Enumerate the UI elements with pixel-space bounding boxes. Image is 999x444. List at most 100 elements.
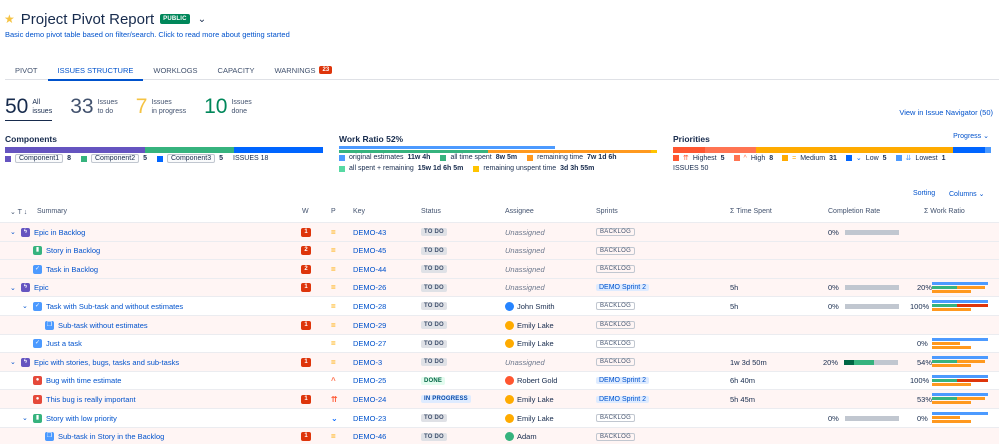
sprint-badge[interactable]: DEMO Sprint 2 <box>596 284 650 292</box>
issue-summary-cell[interactable]: ✓ Just a task <box>33 335 82 353</box>
table-row[interactable]: ● This bug is really important 1 ⇈ DEMO-24 IN… <box>0 389 999 408</box>
issue-key-link[interactable]: DEMO-3 <box>353 358 382 367</box>
col-completion-rate[interactable]: Completion Rate <box>828 208 880 215</box>
row-expand-toggle[interactable]: ⌄ <box>10 279 16 297</box>
issue-summary-cell[interactable]: ϟ Epic <box>21 279 49 297</box>
expand-all-icon[interactable]: ⌄ T ↓ <box>10 208 27 216</box>
issue-key-link[interactable]: DEMO-28 <box>353 302 386 311</box>
issue-summary[interactable]: Task with Sub-task and without estimates <box>46 302 183 311</box>
tab-pivot[interactable]: PIVOT <box>5 60 48 80</box>
issue-summary[interactable]: Epic in Backlog <box>34 228 85 237</box>
component-chip[interactable]: Component3 <box>167 154 216 163</box>
table-row[interactable]: ⌄ ▮ Story with low priority ⌄ DEMO-23 TO DO Em… <box>0 408 999 427</box>
col-key[interactable]: Key <box>353 208 365 215</box>
warning-cell[interactable]: 1 <box>301 223 311 241</box>
columns-dropdown[interactable]: Columns ⌄ <box>949 190 984 198</box>
table-row[interactable]: ❐ Sub-task in Story in the Backlog 1 = DEMO-… <box>0 426 999 444</box>
issue-key-cell[interactable]: DEMO-46 <box>353 428 386 444</box>
tab-warnings[interactable]: WARNINGS 23 <box>265 60 343 80</box>
warning-cell[interactable]: 1 <box>301 390 311 408</box>
issue-summary-cell[interactable]: ϟ Epic in Backlog <box>21 223 85 241</box>
warning-cell[interactable]: 2 <box>301 260 311 278</box>
component-chip[interactable]: Component2 <box>91 154 140 163</box>
issue-key-cell[interactable]: DEMO-25 <box>353 372 386 390</box>
sorting-button[interactable]: Sorting <box>913 190 935 197</box>
col-status[interactable]: Status <box>421 208 441 215</box>
issue-summary-cell[interactable]: ϟ Epic with stories, bugs, tasks and sub-… <box>21 353 179 371</box>
issue-summary[interactable]: Story in Backlog <box>46 246 100 255</box>
issue-summary[interactable]: Epic <box>34 283 49 292</box>
issue-summary[interactable]: Bug with time estimate <box>46 376 121 385</box>
row-expand-toggle[interactable]: ⌄ <box>10 223 16 241</box>
sprint-badge[interactable]: DEMO Sprint 2 <box>596 377 650 385</box>
issue-summary[interactable]: This bug is really important <box>46 395 136 404</box>
report-description-link[interactable]: Basic demo pivot table based on filter/s… <box>5 30 290 39</box>
issue-key-link[interactable]: DEMO-27 <box>353 339 386 348</box>
issue-key-link[interactable]: DEMO-44 <box>353 265 386 274</box>
stat-issues-todo[interactable]: 33 Issues to do <box>70 96 118 121</box>
issue-key-cell[interactable]: DEMO-45 <box>353 242 386 260</box>
issue-summary[interactable]: Just a task <box>46 339 82 348</box>
tab-capacity[interactable]: CAPACITY <box>208 60 265 80</box>
warning-cell[interactable]: 1 <box>301 316 311 334</box>
star-icon[interactable]: ★ <box>4 13 15 25</box>
issue-summary-cell[interactable]: ✓ Task with Sub-task and without estimate… <box>33 297 183 315</box>
col-w[interactable]: W <box>302 208 309 215</box>
issue-key-link[interactable]: DEMO-29 <box>353 321 386 330</box>
table-row[interactable]: ⌄ ϟ Epic 1 = DEMO-26 TO DO Unassigned DEMO Sprin… <box>0 277 999 297</box>
table-row[interactable]: ✓ Just a task = DEMO-27 TO DO Emily Lake BACKL… <box>0 333 999 353</box>
table-row[interactable]: ● Bug with time estimate ^ DEMO-25 DONE Rober… <box>0 370 999 390</box>
col-work-ratio[interactable]: Σ Work Ratio <box>924 208 965 215</box>
table-row[interactable]: ⌄ ✓ Task with Sub-task and without estimat… <box>0 296 999 315</box>
stat-issues-in-progress[interactable]: 7 Issues in progress <box>136 96 186 121</box>
issue-summary-cell[interactable]: ▮ Story in Backlog <box>33 242 100 260</box>
issue-key-cell[interactable]: DEMO-29 <box>353 316 386 334</box>
issue-summary-cell[interactable]: ● Bug with time estimate <box>33 372 121 390</box>
progress-dropdown[interactable]: Progress ⌄ <box>953 132 989 140</box>
table-row[interactable]: ❐ Sub-task without estimates 1 = DEMO-29 TO D… <box>0 315 999 334</box>
issue-summary-cell[interactable]: ✓ Task in Backlog <box>33 260 98 278</box>
issue-key-cell[interactable]: DEMO-3 <box>353 353 382 371</box>
row-expand-toggle[interactable]: ⌄ <box>22 297 28 315</box>
tab-issues-structure[interactable]: ISSUES STRUCTURE <box>47 60 144 81</box>
col-assignee[interactable]: Assignee <box>505 208 534 215</box>
issue-key-link[interactable]: DEMO-43 <box>353 228 386 237</box>
component-chip[interactable]: Component1 <box>15 154 64 163</box>
issue-key-cell[interactable]: DEMO-27 <box>353 335 386 353</box>
issue-summary-cell[interactable]: ● This bug is really important <box>33 390 136 408</box>
table-row[interactable]: ⌄ ϟ Epic with stories, bugs, tasks and sub… <box>0 352 999 371</box>
issue-key-cell[interactable]: DEMO-23 <box>353 409 386 427</box>
issue-key-cell[interactable]: DEMO-44 <box>353 260 386 278</box>
issue-key-cell[interactable]: DEMO-28 <box>353 297 386 315</box>
issue-key-link[interactable]: DEMO-26 <box>353 283 386 292</box>
table-row[interactable]: ▮ Story in Backlog 2 = DEMO-45 TO DO Unassigne… <box>0 240 999 260</box>
issue-key-cell[interactable]: DEMO-24 <box>353 390 386 408</box>
col-sprints[interactable]: Sprints <box>596 208 618 215</box>
view-in-issue-navigator-link[interactable]: View in Issue Navigator (50) <box>899 108 993 117</box>
chevron-down-icon[interactable]: ⌄ <box>198 14 206 25</box>
issue-summary[interactable]: Sub-task without estimates <box>58 321 148 330</box>
issue-summary-cell[interactable]: ❐ Sub-task in Story in the Backlog <box>45 428 164 444</box>
issue-summary[interactable]: Sub-task in Story in the Backlog <box>58 432 164 441</box>
col-p[interactable]: P <box>331 208 336 215</box>
issue-key-link[interactable]: DEMO-24 <box>353 395 386 404</box>
issue-key-link[interactable]: DEMO-23 <box>353 414 386 423</box>
issue-summary[interactable]: Epic with stories, bugs, tasks and sub-t… <box>34 358 179 367</box>
col-time-spent[interactable]: Σ Time Spent <box>730 208 772 215</box>
row-expand-toggle[interactable]: ⌄ <box>22 409 28 427</box>
warning-cell[interactable]: 2 <box>301 242 311 260</box>
table-row[interactable]: ⌄ ϟ Epic in Backlog 1 = DEMO-43 TO DO Unassigne… <box>0 222 999 241</box>
warning-cell[interactable]: 1 <box>301 279 311 297</box>
row-expand-toggle[interactable]: ⌄ <box>10 353 16 371</box>
issue-key-link[interactable]: DEMO-46 <box>353 432 386 441</box>
issue-key-cell[interactable]: DEMO-43 <box>353 223 386 241</box>
stat-issues-done[interactable]: 10 Issues done <box>204 96 252 121</box>
issue-key-link[interactable]: DEMO-45 <box>353 246 386 255</box>
tab-worklogs[interactable]: WORKLOGS <box>143 60 207 80</box>
issue-summary[interactable]: Task in Backlog <box>46 265 98 274</box>
issue-summary-cell[interactable]: ❐ Sub-task without estimates <box>45 316 148 334</box>
warning-cell[interactable]: 1 <box>301 428 311 444</box>
sprint-badge[interactable]: DEMO Sprint 2 <box>596 395 650 403</box>
issue-key-cell[interactable]: DEMO-26 <box>353 279 386 297</box>
table-row[interactable]: ✓ Task in Backlog 2 = DEMO-44 TO DO Unassigned… <box>0 259 999 278</box>
